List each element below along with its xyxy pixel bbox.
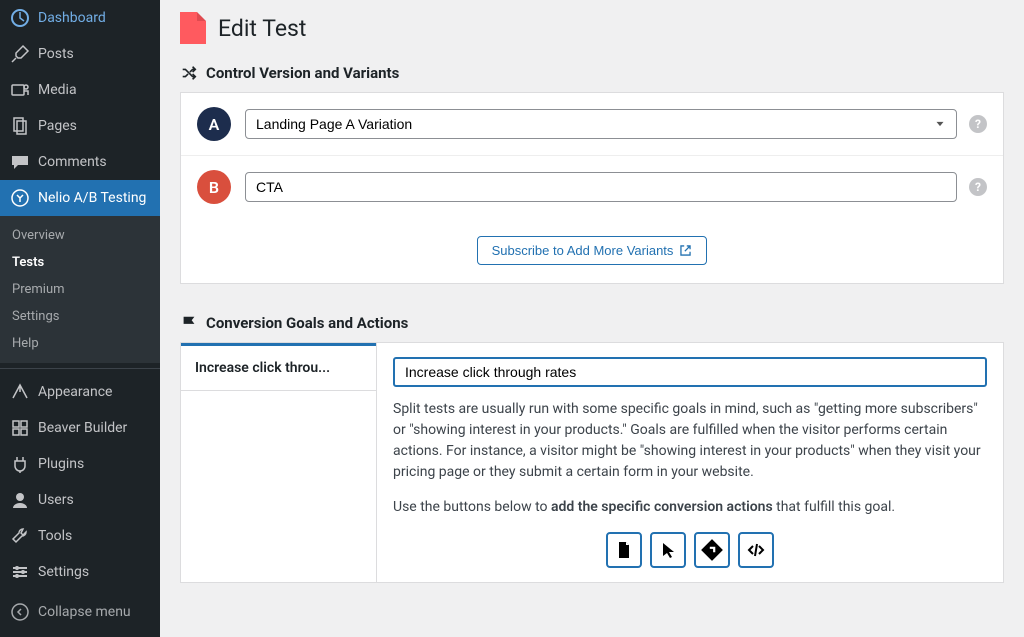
goal-name-input[interactable] (393, 357, 987, 387)
cursor-icon (658, 540, 678, 560)
appearance-icon (10, 382, 30, 402)
help-icon[interactable]: ? (969, 115, 987, 133)
variant-b-row: B ? (181, 155, 1003, 218)
submenu-premium[interactable]: Premium (0, 276, 160, 303)
pages-icon (10, 116, 30, 136)
admin-sidebar: Dashboard Posts Media Pages Comments Nel… (0, 0, 160, 637)
diamond-icon (701, 539, 723, 561)
variants-panel-footer: Subscribe to Add More Variants (181, 218, 1003, 283)
main-content: Edit Test Control Version and Variants A… (160, 0, 1024, 637)
sidebar-label: Dashboard (38, 10, 152, 26)
action-click-button[interactable] (650, 532, 686, 568)
submenu-help[interactable]: Help (0, 330, 160, 357)
sidebar-item-plugins[interactable]: Plugins (0, 446, 160, 482)
sidebar-item-beaver[interactable]: Beaver Builder (0, 410, 160, 446)
control-select-wrap: Landing Page A Variation (245, 109, 957, 139)
sidebar-item-users[interactable]: Users (0, 482, 160, 518)
action-external-button[interactable] (694, 532, 730, 568)
sidebar-label: Pages (38, 118, 152, 134)
page-title: Edit Test (218, 15, 306, 42)
action-page-visit-button[interactable] (606, 532, 642, 568)
sidebar-item-posts[interactable]: Posts (0, 36, 160, 72)
variant-b-input-wrap (245, 172, 957, 202)
sidebar-item-settings[interactable]: Settings (0, 554, 160, 590)
goal-tab[interactable]: Increase click throu... (181, 343, 376, 391)
sidebar-item-pages[interactable]: Pages (0, 108, 160, 144)
goals-section-title: Conversion Goals and Actions (206, 314, 408, 332)
tools-icon (10, 526, 30, 546)
pin-icon (10, 44, 30, 64)
shuffle-icon (180, 64, 198, 82)
sidebar-item-appearance[interactable]: Appearance (0, 374, 160, 410)
control-badge: A (197, 107, 231, 141)
comments-icon (10, 152, 30, 172)
goals-content: Split tests are usually run with some sp… (377, 343, 1003, 582)
grid-icon (10, 418, 30, 438)
collapse-menu-button[interactable]: Collapse menu (0, 594, 160, 630)
sidebar-label: Users (38, 492, 152, 508)
goal-description-2: Use the buttons below to add the specifi… (393, 497, 987, 518)
subscribe-button[interactable]: Subscribe to Add More Variants (477, 236, 708, 265)
page-icon (614, 540, 634, 560)
control-select[interactable]: Landing Page A Variation (245, 109, 957, 139)
sidebar-label: Tools (38, 528, 152, 544)
variant-b-input[interactable] (245, 172, 957, 202)
help-icon[interactable]: ? (969, 178, 987, 196)
sidebar-item-nelio[interactable]: Nelio A/B Testing (0, 180, 160, 216)
action-custom-button[interactable] (738, 532, 774, 568)
dashboard-icon (10, 8, 30, 28)
control-row: A Landing Page A Variation ? (181, 93, 1003, 155)
plugins-icon (10, 454, 30, 474)
goals-tabs: Increase click throu... (181, 343, 377, 582)
variants-section-header: Control Version and Variants (180, 54, 1004, 92)
page-title-row: Edit Test (180, 0, 1004, 54)
users-icon (10, 490, 30, 510)
variant-b-badge: B (197, 170, 231, 204)
settings-icon (10, 562, 30, 582)
external-link-icon (679, 244, 692, 257)
goals-section-header: Conversion Goals and Actions (180, 304, 1004, 342)
subscribe-label: Subscribe to Add More Variants (492, 243, 674, 258)
sidebar-label: Nelio A/B Testing (38, 190, 152, 206)
sidebar-label: Settings (38, 564, 152, 580)
flag-icon (180, 314, 198, 332)
conversion-action-buttons (393, 532, 987, 568)
code-icon (746, 540, 766, 560)
sidebar-submenu: Overview Tests Premium Settings Help (0, 216, 160, 363)
sidebar-item-comments[interactable]: Comments (0, 144, 160, 180)
media-icon (10, 80, 30, 100)
sidebar-divider (0, 368, 160, 369)
sidebar-label: Media (38, 82, 152, 98)
nelio-icon (10, 188, 30, 208)
variants-panel: A Landing Page A Variation ? B ? Subscri… (180, 92, 1004, 284)
collapse-label: Collapse menu (38, 604, 131, 620)
sidebar-label: Plugins (38, 456, 152, 472)
page-file-icon (180, 12, 206, 44)
collapse-icon (10, 602, 30, 622)
goals-panel: Increase click throu... Split tests are … (180, 342, 1004, 583)
submenu-overview[interactable]: Overview (0, 222, 160, 249)
sidebar-item-tools[interactable]: Tools (0, 518, 160, 554)
submenu-settings[interactable]: Settings (0, 303, 160, 330)
sidebar-item-media[interactable]: Media (0, 72, 160, 108)
submenu-tests[interactable]: Tests (0, 249, 160, 276)
sidebar-label: Comments (38, 154, 152, 170)
sidebar-label: Appearance (38, 384, 152, 400)
sidebar-label: Beaver Builder (38, 420, 152, 436)
sidebar-label: Posts (38, 46, 152, 62)
goal-description-1: Split tests are usually run with some sp… (393, 399, 987, 483)
sidebar-item-dashboard[interactable]: Dashboard (0, 0, 160, 36)
variants-section-title: Control Version and Variants (206, 64, 399, 82)
